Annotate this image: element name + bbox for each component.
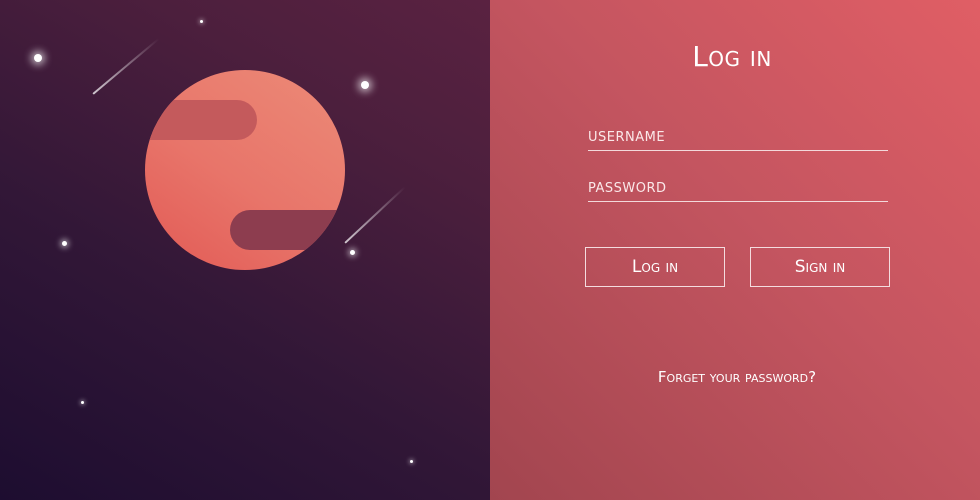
illustration-panel — [0, 0, 490, 500]
page-title: Log in — [692, 40, 772, 73]
star-icon — [34, 54, 42, 62]
star-icon — [200, 20, 203, 23]
shooting-star-icon — [344, 186, 406, 244]
planet-band — [145, 100, 257, 140]
forgot-password-link[interactable]: Forget your password? — [490, 368, 980, 386]
username-field-container — [588, 125, 888, 151]
login-button[interactable]: Log in — [585, 247, 725, 287]
password-field-container — [588, 176, 888, 202]
login-panel: Log in Log in Sign in Forget your passwo… — [490, 0, 980, 500]
star-icon — [350, 250, 355, 255]
star-icon — [361, 81, 369, 89]
signin-button[interactable]: Sign in — [750, 247, 890, 287]
planet-band — [230, 210, 345, 250]
password-input[interactable] — [588, 176, 888, 201]
shooting-star-icon — [92, 37, 160, 95]
username-input[interactable] — [588, 125, 888, 150]
star-icon — [62, 241, 67, 246]
planet-illustration — [145, 70, 345, 270]
star-icon — [410, 460, 413, 463]
star-icon — [81, 401, 84, 404]
